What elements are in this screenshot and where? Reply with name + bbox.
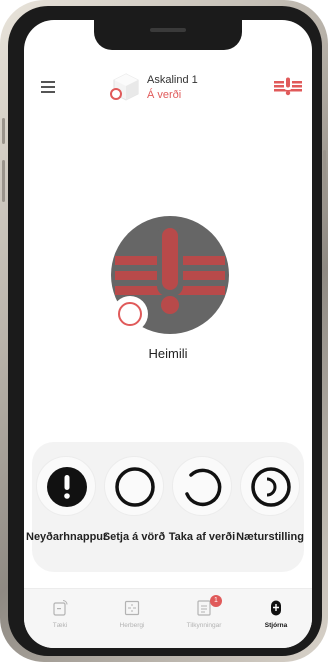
arming-status-icon (112, 296, 148, 332)
nav-label: Tæki (52, 622, 68, 629)
control-icon (271, 600, 281, 616)
nav-item-rooms[interactable]: Herbergi (96, 599, 168, 643)
ring-icon (115, 467, 155, 507)
night-mode-icon (251, 467, 291, 507)
nav-item-notifications[interactable]: 1 Tilkynningar (168, 595, 240, 643)
notch (94, 20, 242, 50)
panic-button[interactable] (36, 456, 96, 516)
menu-icon[interactable] (41, 81, 55, 93)
open-ring-icon (185, 468, 222, 507)
exclamation-icon (47, 467, 87, 507)
device-status: Á verði (147, 89, 182, 101)
night-mode-button[interactable] (240, 456, 300, 516)
action-label: Næturstilling (236, 531, 304, 543)
night-mode-action[interactable]: Næturstilling (236, 442, 304, 572)
disarm-action[interactable]: Taka af verði (168, 442, 236, 572)
location-name: Heimili (148, 346, 188, 361)
side-button (323, 150, 326, 210)
app-header: Askalind 1 Á verði (24, 64, 312, 120)
device-name: Askalind 1 (147, 74, 198, 86)
nav-label: Stjórna (264, 622, 288, 629)
bottom-nav: Tæki Herbergi 1 Tilkynningar Stjórna (24, 588, 312, 648)
nav-label: Herbergi (119, 622, 145, 629)
side-button (2, 118, 5, 144)
armed-status-icon (110, 88, 122, 100)
notification-badge: 1 (210, 595, 222, 607)
app-screen: Askalind 1 Á verði Heimili Neyðarhnappur… (24, 20, 312, 648)
panic-button-action[interactable]: Neyðarhnappur (26, 442, 107, 572)
alarm-alert-icon[interactable] (272, 76, 304, 96)
arm-button[interactable] (104, 456, 164, 516)
action-panel: Neyðarhnappur Setja á vörð Taka af verði (26, 442, 304, 572)
nav-label: Tilkynningar (186, 622, 222, 629)
nav-item-control[interactable]: Stjórna (240, 599, 312, 643)
side-button (2, 160, 5, 202)
device-icon (53, 600, 68, 616)
nav-item-devices[interactable]: Tæki (24, 599, 96, 643)
room-icon (124, 600, 140, 616)
disarm-button[interactable] (172, 456, 232, 516)
arm-action[interactable]: Setja á vörð (100, 442, 168, 572)
